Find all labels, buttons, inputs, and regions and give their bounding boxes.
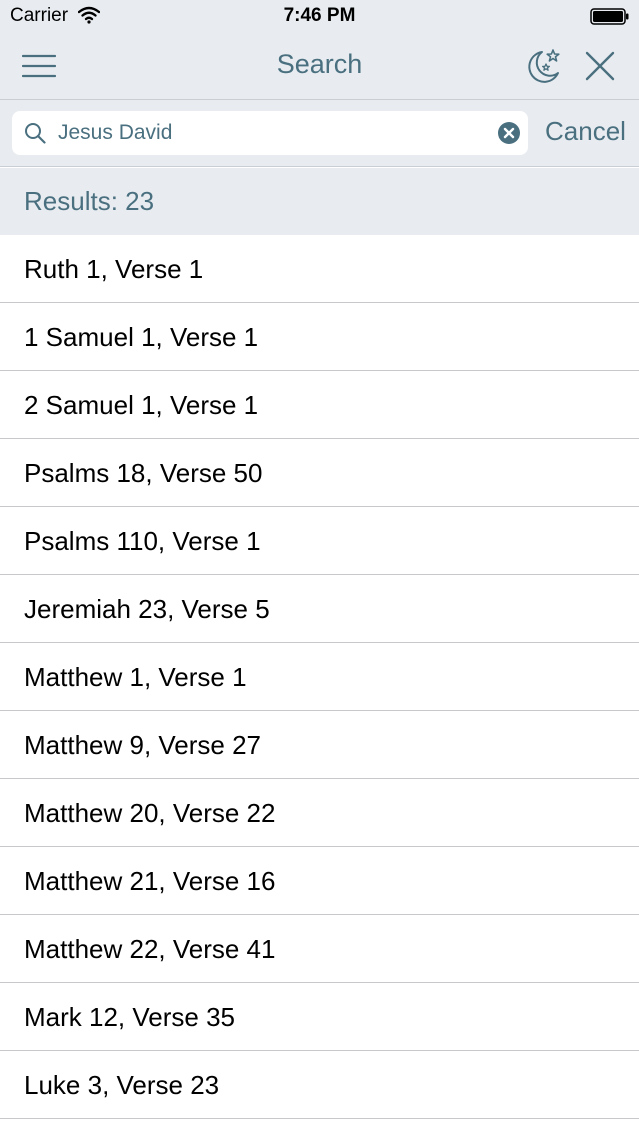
list-item-label: Matthew 1, Verse 1 bbox=[24, 662, 247, 692]
list-item[interactable]: Jeremiah 23, Verse 5 bbox=[0, 575, 639, 643]
cancel-button[interactable]: Cancel bbox=[545, 116, 626, 147]
list-item[interactable]: Mark 12, Verse 35 bbox=[0, 983, 639, 1051]
list-item[interactable]: Matthew 22, Verse 41 bbox=[0, 915, 639, 983]
list-item[interactable]: Ruth 1, Verse 1 bbox=[0, 235, 639, 303]
search-icon bbox=[25, 123, 46, 144]
list-item[interactable]: Matthew 9, Verse 27 bbox=[0, 711, 639, 779]
list-item[interactable]: 2 Samuel 1, Verse 1 bbox=[0, 371, 639, 439]
list-item-label: Matthew 22, Verse 41 bbox=[24, 934, 276, 964]
list-item[interactable]: Matthew 1, Verse 1 bbox=[0, 643, 639, 711]
list-item[interactable]: Psalms 110, Verse 1 bbox=[0, 507, 639, 575]
list-item-label: Matthew 9, Verse 27 bbox=[24, 730, 262, 760]
status-bar: Carrier 7:46 PM bbox=[0, 0, 639, 32]
list-item-label: Mark 12, Verse 35 bbox=[24, 1002, 235, 1032]
list-item[interactable]: Matthew 20, Verse 22 bbox=[0, 779, 639, 847]
list-item-label: Ruth 1, Verse 1 bbox=[24, 254, 204, 284]
search-bar: Cancel bbox=[0, 100, 639, 167]
results-count: Results: 23 bbox=[24, 186, 155, 216]
list-item-label: Jeremiah 23, Verse 5 bbox=[24, 594, 270, 624]
list-item-label: Psalms 18, Verse 50 bbox=[24, 458, 263, 488]
results-count-header: Results: 23 bbox=[0, 168, 639, 235]
night-mode-icon[interactable] bbox=[524, 47, 564, 85]
list-item-label: 2 Samuel 1, Verse 1 bbox=[24, 390, 259, 420]
results-list: Ruth 1, Verse 1 1 Samuel 1, Verse 1 2 Sa… bbox=[0, 235, 639, 1119]
search-box[interactable] bbox=[12, 111, 528, 155]
list-item[interactable]: Luke 3, Verse 23 bbox=[0, 1051, 639, 1119]
list-item-label: 1 Samuel 1, Verse 1 bbox=[24, 322, 259, 352]
list-item-label: Matthew 20, Verse 22 bbox=[24, 798, 276, 828]
battery-icon bbox=[590, 8, 629, 25]
list-item[interactable]: Matthew 21, Verse 16 bbox=[0, 847, 639, 915]
list-item-label: Luke 3, Verse 23 bbox=[24, 1070, 220, 1100]
list-item[interactable]: 1 Samuel 1, Verse 1 bbox=[0, 303, 639, 371]
list-item-label: Psalms 110, Verse 1 bbox=[24, 526, 261, 556]
navigation-bar: Search bbox=[0, 32, 639, 100]
list-item[interactable]: Psalms 18, Verse 50 bbox=[0, 439, 639, 507]
list-item-label: Matthew 21, Verse 16 bbox=[24, 866, 276, 896]
status-time: 7:46 PM bbox=[283, 5, 356, 26]
close-icon[interactable] bbox=[584, 50, 616, 82]
search-input[interactable] bbox=[58, 117, 478, 149]
clear-search-icon[interactable] bbox=[498, 122, 520, 144]
